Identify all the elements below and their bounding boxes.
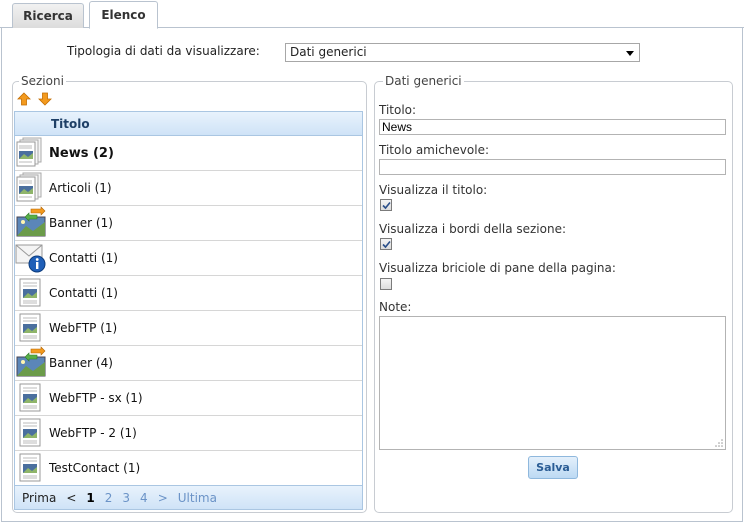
tab-elenco[interactable]: Elenco: [89, 1, 158, 29]
page-image-icon: [15, 451, 49, 486]
banner-image-icon: [15, 345, 49, 381]
table-row[interactable]: TestContact (1): [15, 451, 362, 486]
pager-page-2[interactable]: 2: [105, 491, 113, 505]
titolo-input[interactable]: [379, 119, 726, 135]
row-title: WebFTP (1): [49, 321, 118, 335]
sezioni-grid: Titolo News (2) Articoli (1) Banner (1) Con…: [14, 111, 363, 510]
note-textarea[interactable]: [379, 316, 726, 450]
page-stack-icon: [15, 136, 49, 171]
checkmark-icon: [382, 240, 391, 249]
resize-grip-icon[interactable]: [715, 439, 723, 447]
chevron-down-icon: [626, 51, 634, 56]
row-title: WebFTP - 2 (1): [49, 426, 137, 440]
page-image-icon: [15, 311, 49, 346]
page-image-icon: [15, 416, 49, 451]
row-title: Banner (4): [49, 356, 113, 370]
row-title: WebFTP - sx (1): [49, 391, 143, 405]
titolo-label: Titolo:: [379, 103, 417, 117]
page-stack-icon: [15, 171, 49, 206]
table-row[interactable]: News (2): [15, 136, 362, 171]
table-row[interactable]: Contatti (1): [15, 241, 362, 276]
pager-next[interactable]: >: [158, 491, 168, 505]
visualizza-titolo-checkbox[interactable]: [380, 199, 392, 211]
row-title: Contatti (1): [49, 251, 118, 265]
sezioni-rows: News (2) Articoli (1) Banner (1) Contatti (…: [15, 136, 362, 486]
pager-first[interactable]: Prima: [22, 491, 56, 505]
tipologia-label: Tipologia di dati da visualizzare:: [67, 44, 260, 58]
row-title: Articoli (1): [49, 181, 112, 195]
reorder-arrows: [17, 92, 52, 106]
visualizza-bordi-label: Visualizza i bordi della sezione:: [379, 222, 566, 236]
checkmark-icon: [382, 201, 391, 210]
titolo-amichevole-input[interactable]: [379, 159, 726, 175]
grid-pager: Prima < 1 2 3 4 > Ultima: [15, 485, 362, 509]
note-label: Note:: [379, 300, 412, 314]
arrow-up-icon[interactable]: [17, 92, 31, 106]
tipologia-select[interactable]: Dati generici: [285, 43, 640, 62]
row-title: TestContact (1): [49, 461, 141, 475]
mail-info-icon: [15, 241, 49, 276]
tab-bar: Ricerca Elenco: [0, 0, 744, 29]
arrow-down-icon[interactable]: [38, 92, 52, 106]
banner-image-icon: [15, 205, 49, 241]
table-row[interactable]: Banner (1): [15, 205, 362, 241]
table-row[interactable]: Banner (4): [15, 345, 362, 381]
page-image-icon: [15, 276, 49, 311]
pager-page-3[interactable]: 3: [122, 491, 130, 505]
titolo-amichevole-label: Titolo amichevole:: [379, 143, 489, 157]
pager-page-1[interactable]: 1: [86, 491, 94, 505]
column-header-titolo[interactable]: Titolo: [15, 112, 362, 136]
visualizza-briciole-label: Visualizza briciole di pane della pagina…: [379, 261, 616, 275]
table-row[interactable]: Articoli (1): [15, 171, 362, 206]
tab-ricerca[interactable]: Ricerca: [12, 3, 84, 28]
row-title: News (2): [49, 145, 114, 161]
visualizza-bordi-checkbox[interactable]: [380, 238, 392, 250]
table-row[interactable]: WebFTP - sx (1): [15, 381, 362, 416]
table-row[interactable]: WebFTP (1): [15, 311, 362, 346]
table-row[interactable]: WebFTP - 2 (1): [15, 416, 362, 451]
row-title: Banner (1): [49, 216, 113, 230]
visualizza-titolo-label: Visualizza il titolo:: [379, 183, 488, 197]
visualizza-briciole-checkbox[interactable]: [380, 278, 392, 290]
dati-legend: Dati generici: [383, 74, 464, 88]
sezioni-legend: Sezioni: [19, 74, 66, 88]
page-image-icon: [15, 381, 49, 416]
pager-last[interactable]: Ultima: [178, 491, 217, 505]
row-title: Contatti (1): [49, 286, 118, 300]
pager-prev[interactable]: <: [66, 491, 76, 505]
save-button[interactable]: Salva: [528, 456, 578, 479]
tipologia-selected-value: Dati generici: [290, 45, 367, 59]
table-row[interactable]: Contatti (1): [15, 276, 362, 311]
pager-page-4[interactable]: 4: [140, 491, 148, 505]
